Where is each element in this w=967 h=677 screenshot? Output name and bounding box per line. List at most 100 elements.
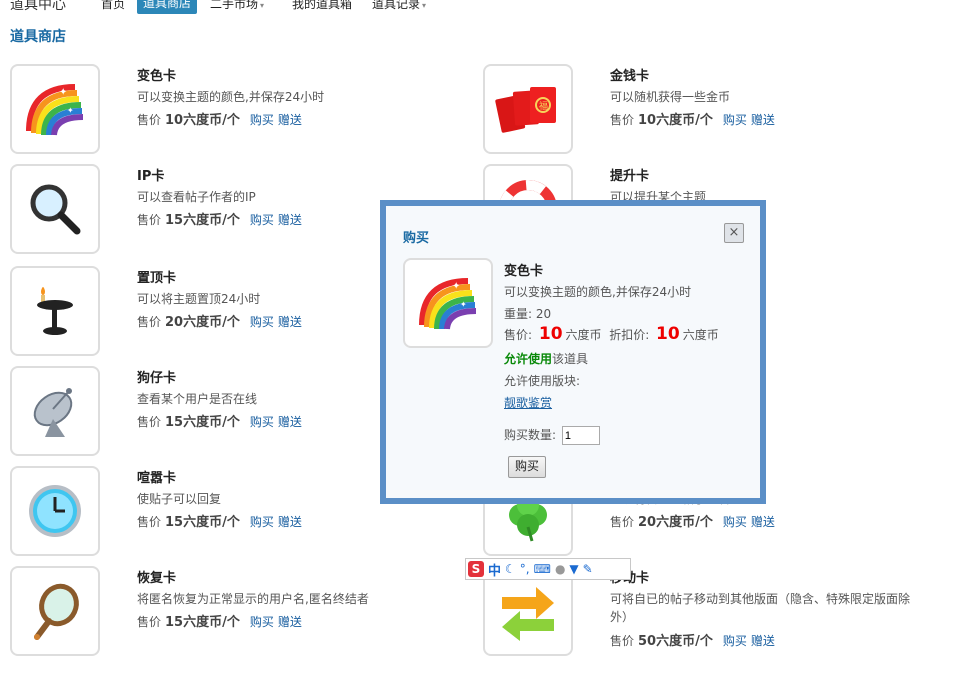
item-price: 20六度币/个 — [638, 515, 713, 530]
gift-link[interactable]: 赠送 — [278, 113, 302, 127]
rainbow-icon: ✦ ✦ — [419, 278, 477, 330]
gift-link[interactable]: 赠送 — [278, 315, 302, 329]
nav-records[interactable]: 道具记录 ▾ — [372, 0, 426, 12]
price-label: 售价 — [137, 515, 162, 529]
item-price: 15六度币/个 — [165, 213, 240, 228]
weight-label: 重量: — [504, 307, 536, 321]
shop-item: 福 金钱卡 可以随机获得一些金币 售价 10六度币/个 购买 赠送 — [483, 64, 923, 156]
dialog-qty: 购买数量: — [504, 426, 600, 445]
candle-stand-icon — [37, 287, 73, 335]
moon-icon[interactable]: ☾ — [505, 562, 516, 576]
svg-text:✦: ✦ — [460, 300, 467, 309]
buy-link[interactable]: 购买 — [250, 315, 274, 329]
item-icon-box[interactable] — [10, 164, 100, 254]
item-price: 50六度币/个 — [638, 634, 713, 649]
arrows-icon — [502, 587, 554, 641]
shop-item: ✦ ✦ 变色卡 可以变换主题的颜色,并保存24小时 售价 10六度币/个 购买 赠送 — [10, 64, 450, 156]
price-label: 售价 — [137, 615, 162, 629]
item-name: 喧嚣卡 — [137, 471, 177, 486]
gift-link[interactable]: 赠送 — [278, 615, 302, 629]
close-icon[interactable]: × — [724, 223, 744, 243]
nav-shop[interactable]: 道具商店 — [137, 0, 198, 14]
wrench-icon[interactable]: ✎ — [583, 562, 593, 576]
item-name: 提升卡 — [610, 169, 650, 184]
item-name: 置顶卡 — [137, 271, 177, 286]
item-icon-box[interactable]: 福 — [483, 64, 573, 154]
svg-text:福: 福 — [539, 100, 548, 112]
price-label: 售价 — [137, 213, 162, 227]
keyboard-icon[interactable]: ⌨ — [534, 562, 551, 576]
price-value: 10 — [538, 324, 563, 344]
item-price-row: 售价 10六度币/个 购买 赠送 — [137, 109, 306, 128]
ime-mode-toggle[interactable]: 中 — [488, 560, 501, 579]
item-icon-box[interactable] — [10, 566, 100, 656]
item-icon-box[interactable]: ✦ ✦ — [10, 64, 100, 154]
caret-down-icon: ▾ — [422, 1, 427, 10]
buy-link[interactable]: 购买 — [723, 113, 747, 127]
buy-link[interactable]: 购买 — [250, 515, 274, 529]
gift-link[interactable]: 赠送 — [278, 515, 302, 529]
gift-link[interactable]: 赠送 — [751, 113, 775, 127]
nav-my-box[interactable]: 我的道具箱 — [292, 0, 352, 12]
weight-value: 20 — [535, 307, 552, 321]
shirt-icon[interactable]: ▼ — [569, 562, 578, 576]
price-label: 售价: — [504, 328, 536, 342]
nav-market[interactable]: 二手市场 ▾ — [210, 0, 264, 12]
item-price-row: 售价 20六度币/个 购买 赠送 — [137, 311, 306, 330]
discount-value: 10 — [656, 324, 680, 344]
price-label: 售价 — [610, 634, 635, 648]
gift-link[interactable]: 赠送 — [751, 634, 775, 648]
item-price: 15六度币/个 — [165, 515, 240, 530]
item-price-row: 售价 10六度币/个 购买 赠送 — [610, 109, 779, 128]
item-icon-box[interactable] — [10, 366, 100, 456]
item-name: 变色卡 — [137, 69, 177, 84]
svg-text:✦: ✦ — [59, 87, 67, 98]
nav-home[interactable]: 首页 — [101, 0, 125, 12]
item-price-row: 售价 15六度币/个 购买 赠送 — [137, 511, 306, 530]
punctuation-icon[interactable]: °, — [520, 562, 530, 576]
nav-market-label: 二手市场 — [210, 0, 259, 11]
item-price: 10六度币/个 — [638, 113, 713, 128]
dialog-title: 购买 — [403, 231, 430, 246]
allow-status: 允许使用 — [504, 352, 553, 366]
sogou-logo-icon[interactable]: S — [468, 561, 484, 577]
svg-text:✦: ✦ — [452, 281, 460, 292]
item-price: 15六度币/个 — [165, 415, 240, 430]
dialog-price: 售价: 10 六度币 折扣价: 10 六度币 — [504, 324, 719, 344]
red-envelope-icon: 福 — [495, 87, 556, 133]
gift-link[interactable]: 赠送 — [278, 213, 302, 227]
buy-link[interactable]: 购买 — [250, 213, 274, 227]
item-desc: 将匿名恢复为正常显示的用户名,匿名终结者 — [137, 592, 369, 606]
qty-label: 购买数量: — [504, 428, 560, 442]
item-price-row: 售价 15六度币/个 购买 赠送 — [137, 611, 306, 630]
buy-link[interactable]: 购买 — [250, 415, 274, 429]
magnifier-icon — [30, 184, 81, 235]
mirror-icon — [34, 583, 79, 640]
buy-link[interactable]: 购买 — [723, 634, 747, 648]
dialog-allow: 允许使用该道具 — [504, 350, 588, 367]
quantity-input[interactable] — [561, 426, 600, 445]
buy-link[interactable]: 购买 — [723, 515, 747, 529]
top-nav: 道具中心 首页 道具商店 二手市场 ▾ 我的道具箱 道具记录 ▾ — [0, 0, 967, 14]
price-label: 售价 — [610, 515, 635, 529]
clock-icon — [29, 485, 81, 537]
item-name: 金钱卡 — [610, 69, 650, 84]
item-icon-box[interactable] — [10, 466, 100, 556]
user-icon[interactable]: ● — [555, 562, 565, 576]
item-desc: 可以随机获得一些金币 — [610, 90, 731, 104]
gift-link[interactable]: 赠送 — [278, 415, 302, 429]
buy-link[interactable]: 购买 — [250, 113, 274, 127]
price-label: 售价 — [137, 315, 162, 329]
gift-link[interactable]: 赠送 — [751, 515, 775, 529]
board-link[interactable]: 靓歌鉴赏 — [504, 394, 552, 411]
dialog-weight: 重量: 20 — [504, 305, 551, 322]
item-name: 狗仔卡 — [137, 371, 177, 386]
buy-link[interactable]: 购买 — [250, 615, 274, 629]
dialog-item-desc: 可以变换主题的颜色,并保存24小时 — [504, 285, 692, 299]
currency-label: 六度币 — [565, 328, 602, 342]
item-price: 10六度币/个 — [165, 113, 240, 128]
caret-down-icon: ▾ — [260, 1, 265, 10]
buy-button[interactable]: 购买 — [508, 456, 546, 478]
item-icon-box[interactable] — [10, 266, 100, 356]
item-name: 恢复卡 — [137, 571, 177, 586]
